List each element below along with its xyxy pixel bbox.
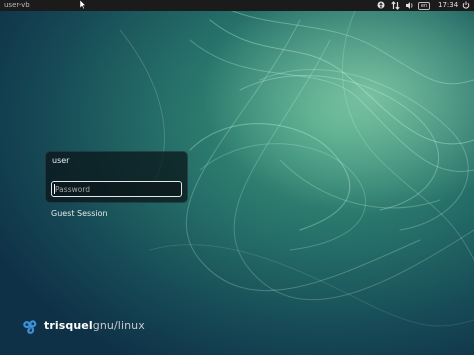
password-input[interactable] <box>51 181 182 197</box>
network-icon[interactable] <box>390 1 400 10</box>
mouse-pointer-icon <box>80 0 86 9</box>
text-caret <box>54 184 55 194</box>
user-name[interactable]: user <box>52 156 69 165</box>
login-panel: user <box>45 151 188 203</box>
logo-text: trisquelgnu/linux <box>44 319 145 332</box>
login-screen: user-vb en 17:34 user Guest Session tris… <box>0 0 474 355</box>
power-icon[interactable] <box>461 1 471 10</box>
logo-text-trisquel: trisquel <box>44 319 93 332</box>
guest-session-option[interactable]: Guest Session <box>51 209 108 218</box>
keyboard-layout-icon[interactable]: en <box>418 2 430 10</box>
clock[interactable]: 17:34 <box>438 1 458 10</box>
volume-icon[interactable] <box>404 1 414 10</box>
accessibility-icon[interactable] <box>376 1 385 10</box>
top-panel: user-vb en 17:34 <box>0 0 474 11</box>
trisquel-triskele-icon <box>23 320 37 334</box>
logo-text-gnulinux: gnu/linux <box>92 319 145 332</box>
hostname-label: user-vb <box>4 1 30 9</box>
